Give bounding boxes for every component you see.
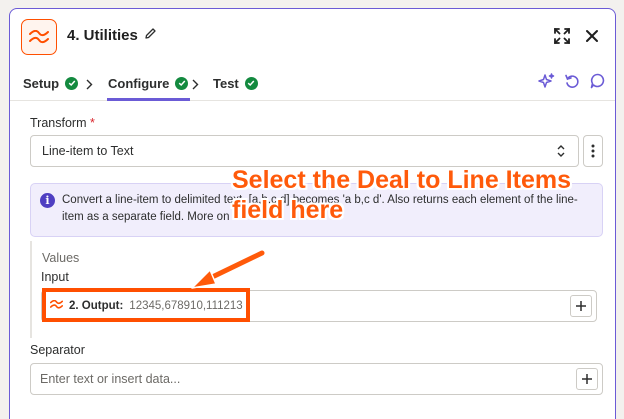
- utilities-icon: [21, 19, 57, 55]
- transform-select-value: Line-item to Text: [42, 144, 134, 158]
- tab-test-label: Test: [213, 75, 239, 91]
- vertical-dots-icon: [591, 144, 595, 158]
- tab-configure-label: Configure: [108, 75, 170, 91]
- input-label: Input: [41, 270, 69, 284]
- info-icon: i: [40, 193, 55, 208]
- undo-icon[interactable]: [563, 72, 581, 90]
- expand-icon[interactable]: [551, 25, 573, 47]
- pencil-icon[interactable]: [144, 27, 157, 44]
- separator-label: Separator: [30, 343, 85, 357]
- annotation-callout: Select the Deal to Line Items field here: [232, 166, 571, 224]
- separator-input[interactable]: Enter text or insert data...: [30, 363, 603, 395]
- insert-data-button[interactable]: [570, 295, 592, 317]
- panel-header: 4. Utilities: [10, 9, 615, 65]
- transform-label-text: Transform: [30, 116, 87, 130]
- check-icon: [175, 76, 189, 90]
- tab-configure[interactable]: Configure: [108, 74, 189, 92]
- chevron-right-icon: [86, 77, 93, 95]
- step-title: 4. Utilities: [67, 27, 157, 44]
- transform-select[interactable]: Line-item to Text: [30, 135, 579, 167]
- plus-icon: [582, 374, 592, 384]
- separator-placeholder: Enter text or insert data...: [40, 372, 181, 386]
- more-options-button[interactable]: [583, 135, 603, 167]
- check-icon: [65, 76, 79, 90]
- plus-icon: [576, 301, 586, 311]
- insert-data-button[interactable]: [576, 368, 598, 390]
- values-title: Values: [42, 251, 80, 265]
- comment-icon[interactable]: [589, 72, 607, 90]
- tab-setup[interactable]: Setup: [23, 74, 79, 92]
- check-icon: [244, 76, 258, 90]
- step-title-text: 4. Utilities: [67, 27, 138, 44]
- active-tab-indicator: [107, 98, 190, 101]
- step-tabs: Setup Configure Test: [10, 65, 615, 101]
- tab-test[interactable]: Test: [213, 74, 258, 92]
- step-panel: 4. Utilities Setup Configure Test Transf…: [9, 8, 616, 419]
- chevron-right-icon: [192, 77, 199, 95]
- annotation-arrow-icon: [188, 248, 267, 298]
- tab-setup-label: Setup: [23, 75, 60, 91]
- sparkle-icon[interactable]: [537, 72, 555, 90]
- close-icon[interactable]: [581, 25, 603, 47]
- required-mark: *: [89, 116, 95, 130]
- chevron-up-down-icon: [556, 144, 566, 161]
- transform-label: Transform *: [30, 116, 95, 130]
